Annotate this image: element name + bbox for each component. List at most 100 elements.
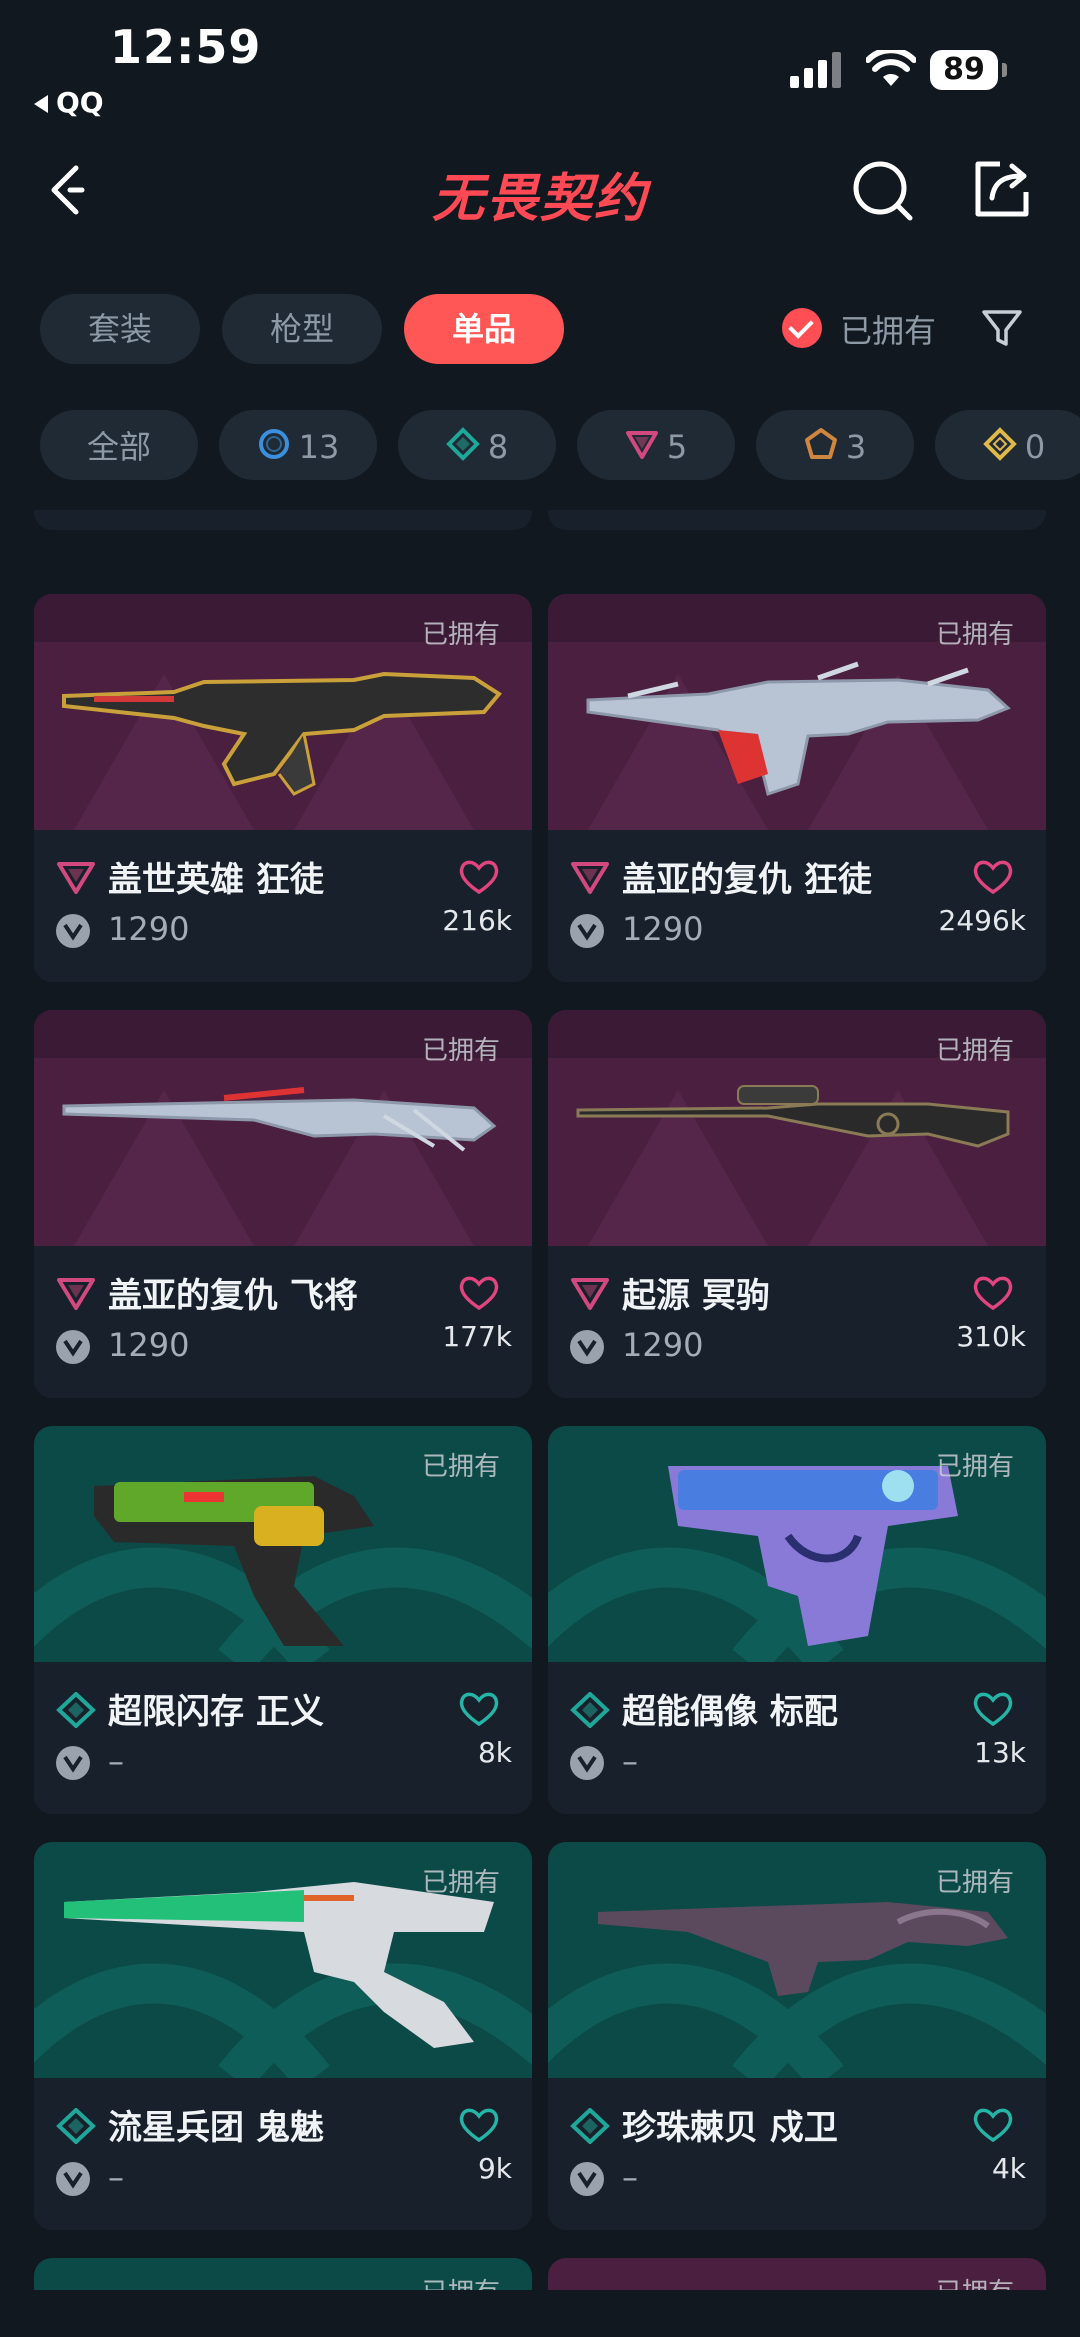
item-price: – (108, 1742, 124, 1780)
item-card[interactable]: 已拥有 盖亚的复仇 狂徒 1290 2496k (548, 594, 1046, 982)
share-icon[interactable] (970, 158, 1032, 220)
partial-card[interactable]: 已拥有 (34, 2258, 532, 2290)
item-price: 1290 (108, 910, 190, 948)
deluxe-tier-icon (570, 2108, 610, 2144)
ultra-tier-icon (982, 427, 1017, 461)
item-likes: 2496k (938, 904, 1026, 937)
vp-currency-icon (570, 1330, 604, 1364)
item-likes: 13k (974, 1736, 1026, 1769)
chip-count: 5 (666, 428, 688, 466)
item-card[interactable]: 已拥有 盖世英雄 狂徒 1290 216k (34, 594, 532, 982)
owned-checkbox[interactable] (782, 308, 822, 348)
chip-exclusive[interactable]: 3 (756, 410, 914, 480)
item-likes: 8k (477, 1736, 512, 1769)
chip-select[interactable]: 13 (219, 410, 377, 480)
item-name: 超限闪存 正义 (108, 1692, 324, 1732)
item-price: 1290 (622, 1326, 704, 1364)
battery-indicator: 89 (930, 50, 998, 90)
deluxe-tier-icon (570, 1692, 610, 1728)
chip-all[interactable]: 全部 (40, 410, 198, 480)
premium-tier-icon (57, 862, 95, 894)
select-tier-icon (258, 429, 289, 459)
item-grid: 3780 284k 1290 536k 已拥有 盖世英雄 狂徒 1290 216… (0, 510, 1080, 2290)
search-icon[interactable] (850, 158, 916, 224)
heart-icon[interactable] (972, 858, 1014, 896)
item-likes: 216k (442, 904, 512, 937)
heart-icon[interactable] (458, 858, 500, 896)
tab-set[interactable]: 套装 (40, 294, 200, 364)
item-card[interactable]: 已拥有 流星兵团 鬼魅 – 9k (34, 1842, 532, 2230)
item-likes: 9k (477, 2152, 512, 2185)
app-header: 无畏契约 (0, 130, 1080, 250)
owned-tag: 已拥有 (935, 1868, 1014, 1898)
signal-icon (790, 52, 841, 88)
heart-icon[interactable] (972, 1274, 1014, 1312)
heart-icon[interactable] (458, 1274, 500, 1312)
item-price: 1290 (108, 1326, 190, 1364)
heart-icon[interactable] (972, 2106, 1014, 2144)
item-name: 超能偶像 标配 (622, 1692, 838, 1732)
deluxe-tier-icon (56, 1692, 96, 1728)
owned-tag: 已拥有 (421, 620, 500, 650)
owned-tag: 已拥有 (421, 1036, 500, 1066)
vp-currency-icon (56, 1330, 90, 1364)
exclusive-tier-icon (804, 428, 837, 459)
vp-currency-icon (56, 914, 90, 948)
item-card[interactable]: 已拥有 起源 冥驹 1290 310k (548, 1010, 1046, 1398)
wifi-icon (866, 50, 916, 86)
deluxe-tier-icon (56, 2108, 96, 2144)
clock: 12:59 (110, 20, 262, 74)
tab-single-item[interactable]: 单品 (404, 294, 564, 364)
item-price: 1290 (622, 910, 704, 948)
partial-card[interactable]: 3780 284k (34, 510, 532, 530)
heart-icon[interactable] (972, 1690, 1014, 1728)
filter-icon[interactable] (980, 306, 1024, 350)
item-card[interactable]: 已拥有 盖亚的复仇 飞将 1290 177k (34, 1010, 532, 1398)
brand-logo: 无畏契约 (431, 169, 648, 229)
back-triangle-icon (34, 95, 48, 113)
weapon-rifle-vine (586, 661, 1011, 796)
owned-tag: 已拥有 (936, 2272, 1014, 2290)
heart-icon[interactable] (458, 2106, 500, 2144)
item-card[interactable]: 已拥有 珍珠棘贝 戍卫 – 4k (548, 1842, 1046, 2230)
vp-currency-icon (570, 2162, 604, 2196)
item-name: 流星兵团 鬼魅 (108, 2108, 324, 2148)
owned-tag: 已拥有 (935, 1452, 1014, 1482)
partial-card[interactable]: 已拥有 (548, 2258, 1046, 2290)
chip-deluxe[interactable]: 8 (398, 410, 556, 480)
owned-tag: 已拥有 (935, 1036, 1014, 1066)
item-name: 盖世英雄 狂徒 (108, 860, 324, 900)
home-indicator-area (0, 2290, 1080, 2337)
item-name: 起源 冥驹 (622, 1276, 770, 1316)
item-price: – (622, 2158, 638, 2196)
weapon-sniper-dark (576, 1085, 1010, 1148)
owned-tag: 已拥有 (422, 2272, 500, 2290)
tab-weapon-type[interactable]: 枪型 (222, 294, 382, 364)
premium-tier-icon (571, 1278, 609, 1310)
chip-ultra[interactable]: 0 (935, 410, 1080, 480)
chip-count: 0 (1024, 428, 1046, 466)
chip-count: 8 (487, 428, 509, 466)
chip-count: 3 (845, 428, 867, 466)
rarity-filter-chips: 全部 13 8 5 3 0 (0, 410, 1080, 480)
item-card[interactable]: 已拥有 超能偶像 标配 – 13k (548, 1426, 1046, 1814)
chip-all-label: 全部 (86, 428, 151, 466)
item-card[interactable]: 已拥有 超限闪存 正义 – 8k (34, 1426, 532, 1814)
item-price: – (108, 2158, 124, 2196)
item-name: 盖亚的复仇 飞将 (108, 1276, 358, 1316)
chip-count: 13 (298, 428, 340, 466)
battery-cap (1002, 63, 1007, 77)
item-name: 珍珠棘贝 戍卫 (622, 2108, 838, 2148)
vp-currency-icon (570, 914, 604, 948)
partial-card[interactable]: 1290 536k (548, 510, 1046, 530)
chip-premium[interactable]: 5 (577, 410, 735, 480)
premium-tier-icon (57, 1278, 95, 1310)
heart-icon[interactable] (458, 1690, 500, 1728)
back-app-label: QQ (56, 86, 104, 119)
owned-filter-label[interactable]: 已拥有 (840, 306, 936, 352)
deluxe-tier-icon (445, 427, 480, 461)
premium-tier-icon (571, 862, 609, 894)
back-to-app-link[interactable]: QQ (34, 86, 104, 119)
owned-tag: 已拥有 (935, 620, 1014, 650)
vp-currency-icon (56, 2162, 90, 2196)
